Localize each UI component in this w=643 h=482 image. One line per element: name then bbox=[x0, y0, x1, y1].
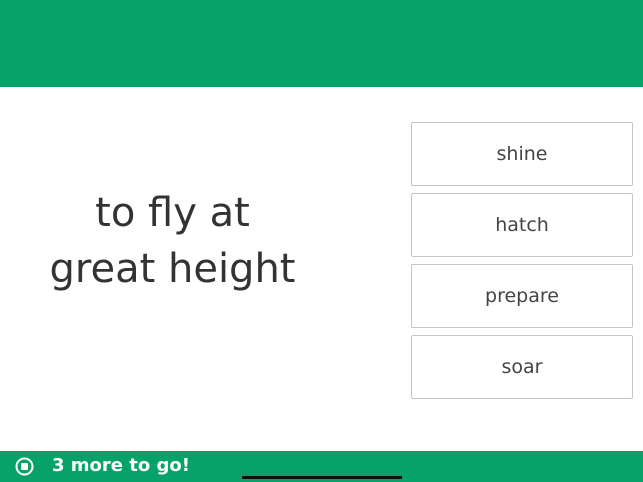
progress-remaining-text: 3 more to go! bbox=[52, 455, 190, 476]
answer-choice-soar[interactable]: soar bbox=[411, 335, 633, 399]
definition-line-1: to fly at bbox=[95, 190, 250, 236]
header-bar bbox=[0, 0, 643, 87]
quiz-screen: to fly at great height shine hatch prepa… bbox=[0, 0, 643, 482]
progress-indicator-line bbox=[242, 476, 402, 479]
answer-choices: shine hatch prepare soar bbox=[411, 122, 633, 406]
answer-choice-prepare[interactable]: prepare bbox=[411, 264, 633, 328]
answer-choice-hatch[interactable]: hatch bbox=[411, 193, 633, 257]
footer-bar: 3 more to go! bbox=[0, 451, 643, 482]
stop-circle-icon[interactable] bbox=[15, 457, 34, 476]
definition-prompt: to fly at great height bbox=[30, 185, 315, 297]
answer-choice-shine[interactable]: shine bbox=[411, 122, 633, 186]
definition-line-2: great height bbox=[49, 246, 296, 292]
